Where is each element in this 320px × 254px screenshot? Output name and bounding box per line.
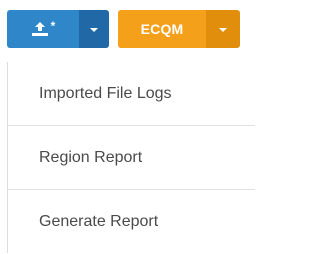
- ecqm-button[interactable]: ECQM: [118, 10, 206, 48]
- ecqm-dropdown-toggle[interactable]: [206, 10, 240, 48]
- toolbar: * ECQM: [0, 0, 248, 62]
- upload-button[interactable]: *: [7, 10, 79, 48]
- menu-item-region-report[interactable]: Region Report: [8, 126, 255, 190]
- dropdown-menu: Imported File Logs Region Report Generat…: [7, 62, 255, 253]
- chevron-down-icon: [219, 28, 227, 32]
- menu-item-generate-report[interactable]: Generate Report: [8, 190, 255, 254]
- upload-dropdown-toggle[interactable]: [79, 10, 109, 48]
- upload-button-group: *: [7, 10, 109, 48]
- menu-item-imported-file-logs[interactable]: Imported File Logs: [8, 62, 255, 126]
- upload-badge: *: [50, 19, 56, 33]
- chevron-down-icon: [90, 28, 98, 32]
- ecqm-button-group: ECQM: [118, 10, 240, 48]
- upload-icon: [31, 21, 49, 37]
